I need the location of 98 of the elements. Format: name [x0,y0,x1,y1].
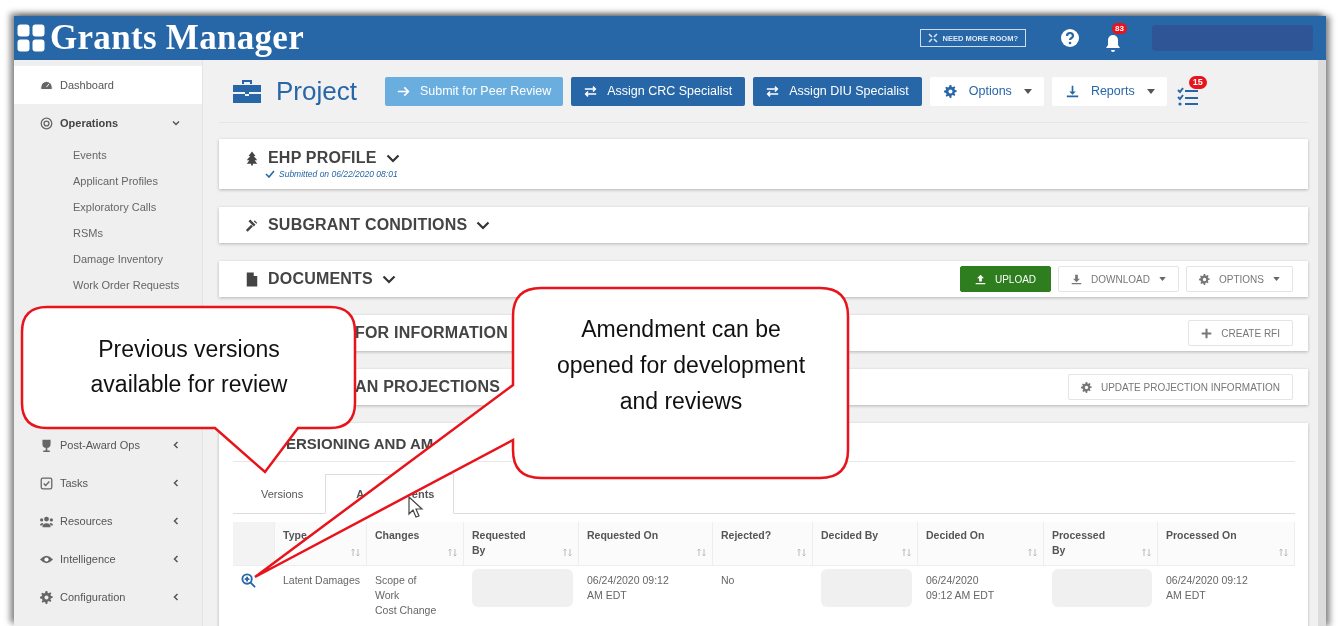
table-cell: Latent Damages [283,573,361,588]
gear-icon [1080,381,1092,393]
page-title: Project [276,75,357,107]
sort-icon[interactable] [797,548,806,557]
target-icon [40,116,53,130]
sidebar-subitem[interactable]: Exploratory Calls [14,194,203,220]
section-button[interactable]: OPTIONS [1186,266,1293,292]
chevron-down-icon [385,153,400,163]
mouse-pointer-icon [408,496,424,518]
sort-icon[interactable] [1279,548,1288,557]
sort-icon[interactable] [448,548,457,557]
download-icon [1071,273,1083,285]
checkbox-icon [40,476,53,490]
sort-icon[interactable] [902,548,911,557]
swap-icon [766,84,780,98]
callout-text: Previous versions available for review [89,335,289,399]
sort-icon[interactable] [697,548,706,557]
task-list-button[interactable]: 15 [1176,76,1207,106]
section-button[interactable]: UPLOAD [959,266,1052,292]
tree-icon [245,150,259,166]
caret-icon [1159,277,1166,281]
section-button[interactable]: UPDATE PROJECTION INFORMATION [1067,374,1293,400]
table-cell-text: Cost Change [375,603,438,618]
column-header[interactable]: Processed On [1166,528,1237,543]
caret-icon [1023,88,1032,94]
file-icon [245,271,259,287]
sidebar-item[interactable]: Intelligence [14,540,202,578]
chevron-down-icon [381,274,396,284]
chevron-down-icon [476,220,491,230]
scrollbar[interactable] [1318,60,1326,626]
table-cell-text: 06/24/2020 09:12 AM EDT [587,573,670,603]
briefcase-icon [232,78,262,104]
tab[interactable]: Versions [233,474,326,513]
toolbar-button[interactable]: Assign CRC Specialist [571,76,746,106]
download-icon [1065,84,1079,98]
users-icon [40,514,53,528]
sidebar-item[interactable]: Dashboard [14,66,202,104]
sidebar-subitem[interactable]: Damage Inventory [14,246,203,272]
sidebar-item[interactable]: Configuration [14,578,202,616]
column-header[interactable]: Decided By [821,528,879,543]
table-cell-text: 06/24/2020 09:12 AM EDT [1166,573,1249,603]
check-icon [265,170,275,178]
toolbar-button[interactable]: Reports [1051,76,1167,106]
sidebar-subitem[interactable]: Events [14,142,203,168]
upload-icon [974,273,986,285]
gavel-icon [245,217,259,233]
toolbar-button[interactable]: Options [929,76,1044,106]
sidebar-subitem[interactable]: RSMs [14,220,203,246]
app-logo-text: Grants Manager [50,18,305,58]
notification-badge: 83 [1112,23,1127,34]
column-header[interactable]: Type [283,528,307,543]
help-icon[interactable] [1060,28,1080,48]
sidebar-subitem[interactable]: Work Order Requests [14,272,203,298]
section-button[interactable]: DOWNLOAD [1058,266,1179,292]
sort-icon[interactable] [351,548,360,557]
column-header[interactable]: Changes [375,528,420,543]
sidebar-item[interactable]: Resources [14,502,202,540]
section-title[interactable]: SUBGRANT CONDITIONS [268,216,468,234]
section-title[interactable]: AN PROJECTIONS [355,378,501,396]
section-title[interactable]: EHP PROFILE [268,149,377,167]
expand-icon [927,33,938,43]
gear-icon [943,84,957,98]
sort-icon[interactable] [563,548,572,557]
notifications-button[interactable]: 83 [1104,23,1130,53]
arrow-right-icon [396,84,410,98]
zoom-in-icon[interactable] [241,573,256,588]
sidebar-item[interactable]: Tasks [14,464,202,502]
bell-icon [1104,33,1122,53]
sort-icon[interactable] [1028,548,1037,557]
sort-icon[interactable] [1142,548,1151,557]
submitted-note: Submitted on 06/22/2020 08:01 [279,169,398,179]
column-header[interactable]: Processed By [1052,528,1114,558]
caret-icon [1146,88,1155,94]
table-cell-text: 06/24/2020 09:12 AM EDT [926,573,996,603]
sidebar-subitem[interactable]: Applicant Profiles [14,168,203,194]
swap-icon [584,84,598,98]
caret-icon [1273,277,1280,281]
callout-text: Amendment can be opened for development and reviews [555,315,807,416]
gear-icon [40,590,53,604]
gear-icon [1199,273,1210,285]
logo-icon [16,23,46,53]
table-cell: No [721,573,735,588]
checklist-icon [1176,86,1199,106]
column-header[interactable]: Requested By [472,528,534,558]
sidebar-item[interactable]: Operations [14,104,202,142]
gauge-icon [40,78,53,92]
column-header[interactable]: Requested On [587,528,659,543]
table-cell-text: Scope of Work [375,573,418,603]
toolbar-button[interactable]: Assign DIU Specialist [753,76,922,106]
column-header[interactable]: Decided On [926,528,985,543]
section-title[interactable]: DOCUMENTS [268,270,373,288]
column-header[interactable]: Rejected? [721,528,772,543]
trophy-icon [40,438,53,452]
task-badge: 15 [1188,76,1207,89]
section-title[interactable]: FOR INFORMATION [355,324,508,342]
plus-icon [1201,327,1213,339]
sidebar-item[interactable]: Post-Award Ops [14,426,202,464]
section-button[interactable]: CREATE RFI [1188,320,1293,346]
